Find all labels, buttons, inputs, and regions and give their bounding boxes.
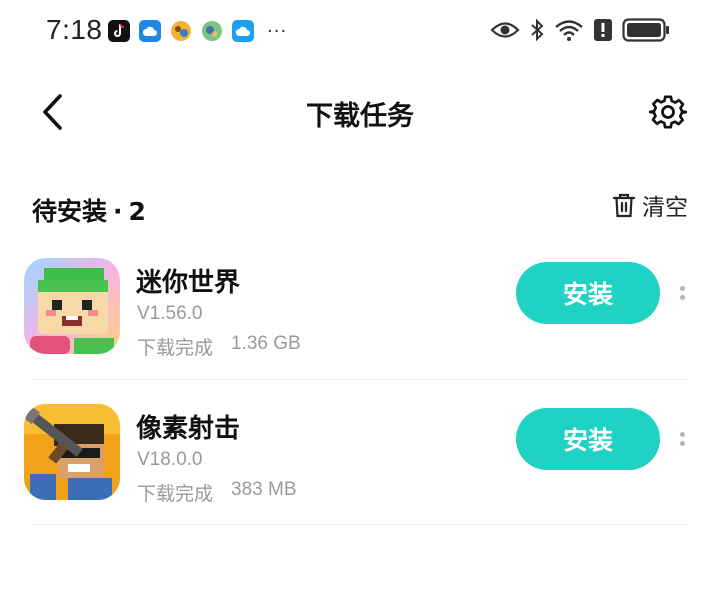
download-status: 下载完成 383 MB	[137, 479, 297, 506]
divider	[32, 379, 688, 380]
cloud-app-icon	[139, 20, 161, 42]
dot	[679, 432, 685, 437]
bluetooth-icon	[530, 18, 544, 46]
alert-icon	[594, 19, 612, 45]
wifi-icon	[554, 18, 584, 46]
file-size: 383 MB	[231, 479, 297, 500]
section-title: 待安装 · 2	[32, 192, 146, 228]
install-button[interactable]: 安装	[516, 262, 660, 324]
dot	[679, 441, 685, 446]
dot	[679, 286, 685, 291]
section-count: 2	[128, 197, 146, 226]
download-status: 下载完成 1.36 GB	[137, 333, 301, 360]
section-title-label: 待安装	[32, 197, 108, 226]
status-text: 下载完成	[137, 483, 214, 505]
status-bar: 7:18 ···	[0, 0, 720, 64]
download-tasks-screen: 7:18 ··· 下载任务 待安装 · 2 清空 迷你世界 V1.56.0 下载…	[0, 0, 720, 605]
divider	[32, 524, 688, 525]
battery-icon	[622, 18, 670, 46]
install-button[interactable]: 安装	[516, 408, 660, 470]
clear-all-button[interactable]: 清空	[612, 188, 688, 222]
more-notifications-indicator: ···	[267, 20, 288, 42]
section-separator: ·	[113, 197, 123, 226]
trash-icon	[612, 193, 636, 218]
status-time: 7:18	[46, 14, 103, 45]
clear-label: 清空	[642, 195, 688, 221]
dot	[679, 295, 685, 300]
pixel-gun-app-icon	[24, 404, 120, 500]
page-title: 下载任务	[306, 101, 414, 132]
mini-world-app-icon	[24, 258, 120, 354]
list-item[interactable]: 迷你世界 V1.56.0 下载完成 1.36 GB 安装	[24, 256, 696, 376]
file-size: 1.36 GB	[231, 333, 301, 354]
header: 下载任务	[0, 74, 720, 150]
list-item[interactable]: 像素射击 V18.0.0 下载完成 383 MB 安装	[24, 402, 696, 522]
settings-button[interactable]	[646, 90, 690, 134]
app-version: V1.56.0	[137, 303, 203, 324]
pending-install-section-header: 待安装 · 2 清空	[32, 186, 688, 230]
tiktok-icon	[108, 20, 130, 42]
more-options-button[interactable]	[674, 278, 690, 308]
app-version: V18.0.0	[137, 449, 203, 470]
app-name: 像素射击	[136, 414, 241, 444]
game-app-icon	[170, 20, 192, 42]
game-app-icon	[201, 20, 223, 42]
cloud-app-icon	[232, 20, 254, 42]
system-icons	[490, 18, 670, 46]
status-text: 下载完成	[137, 337, 214, 359]
eye-icon	[490, 19, 520, 45]
more-options-button[interactable]	[674, 424, 690, 454]
notification-icons: ···	[108, 20, 287, 42]
gear-icon	[649, 95, 687, 129]
app-name: 迷你世界	[136, 268, 241, 298]
